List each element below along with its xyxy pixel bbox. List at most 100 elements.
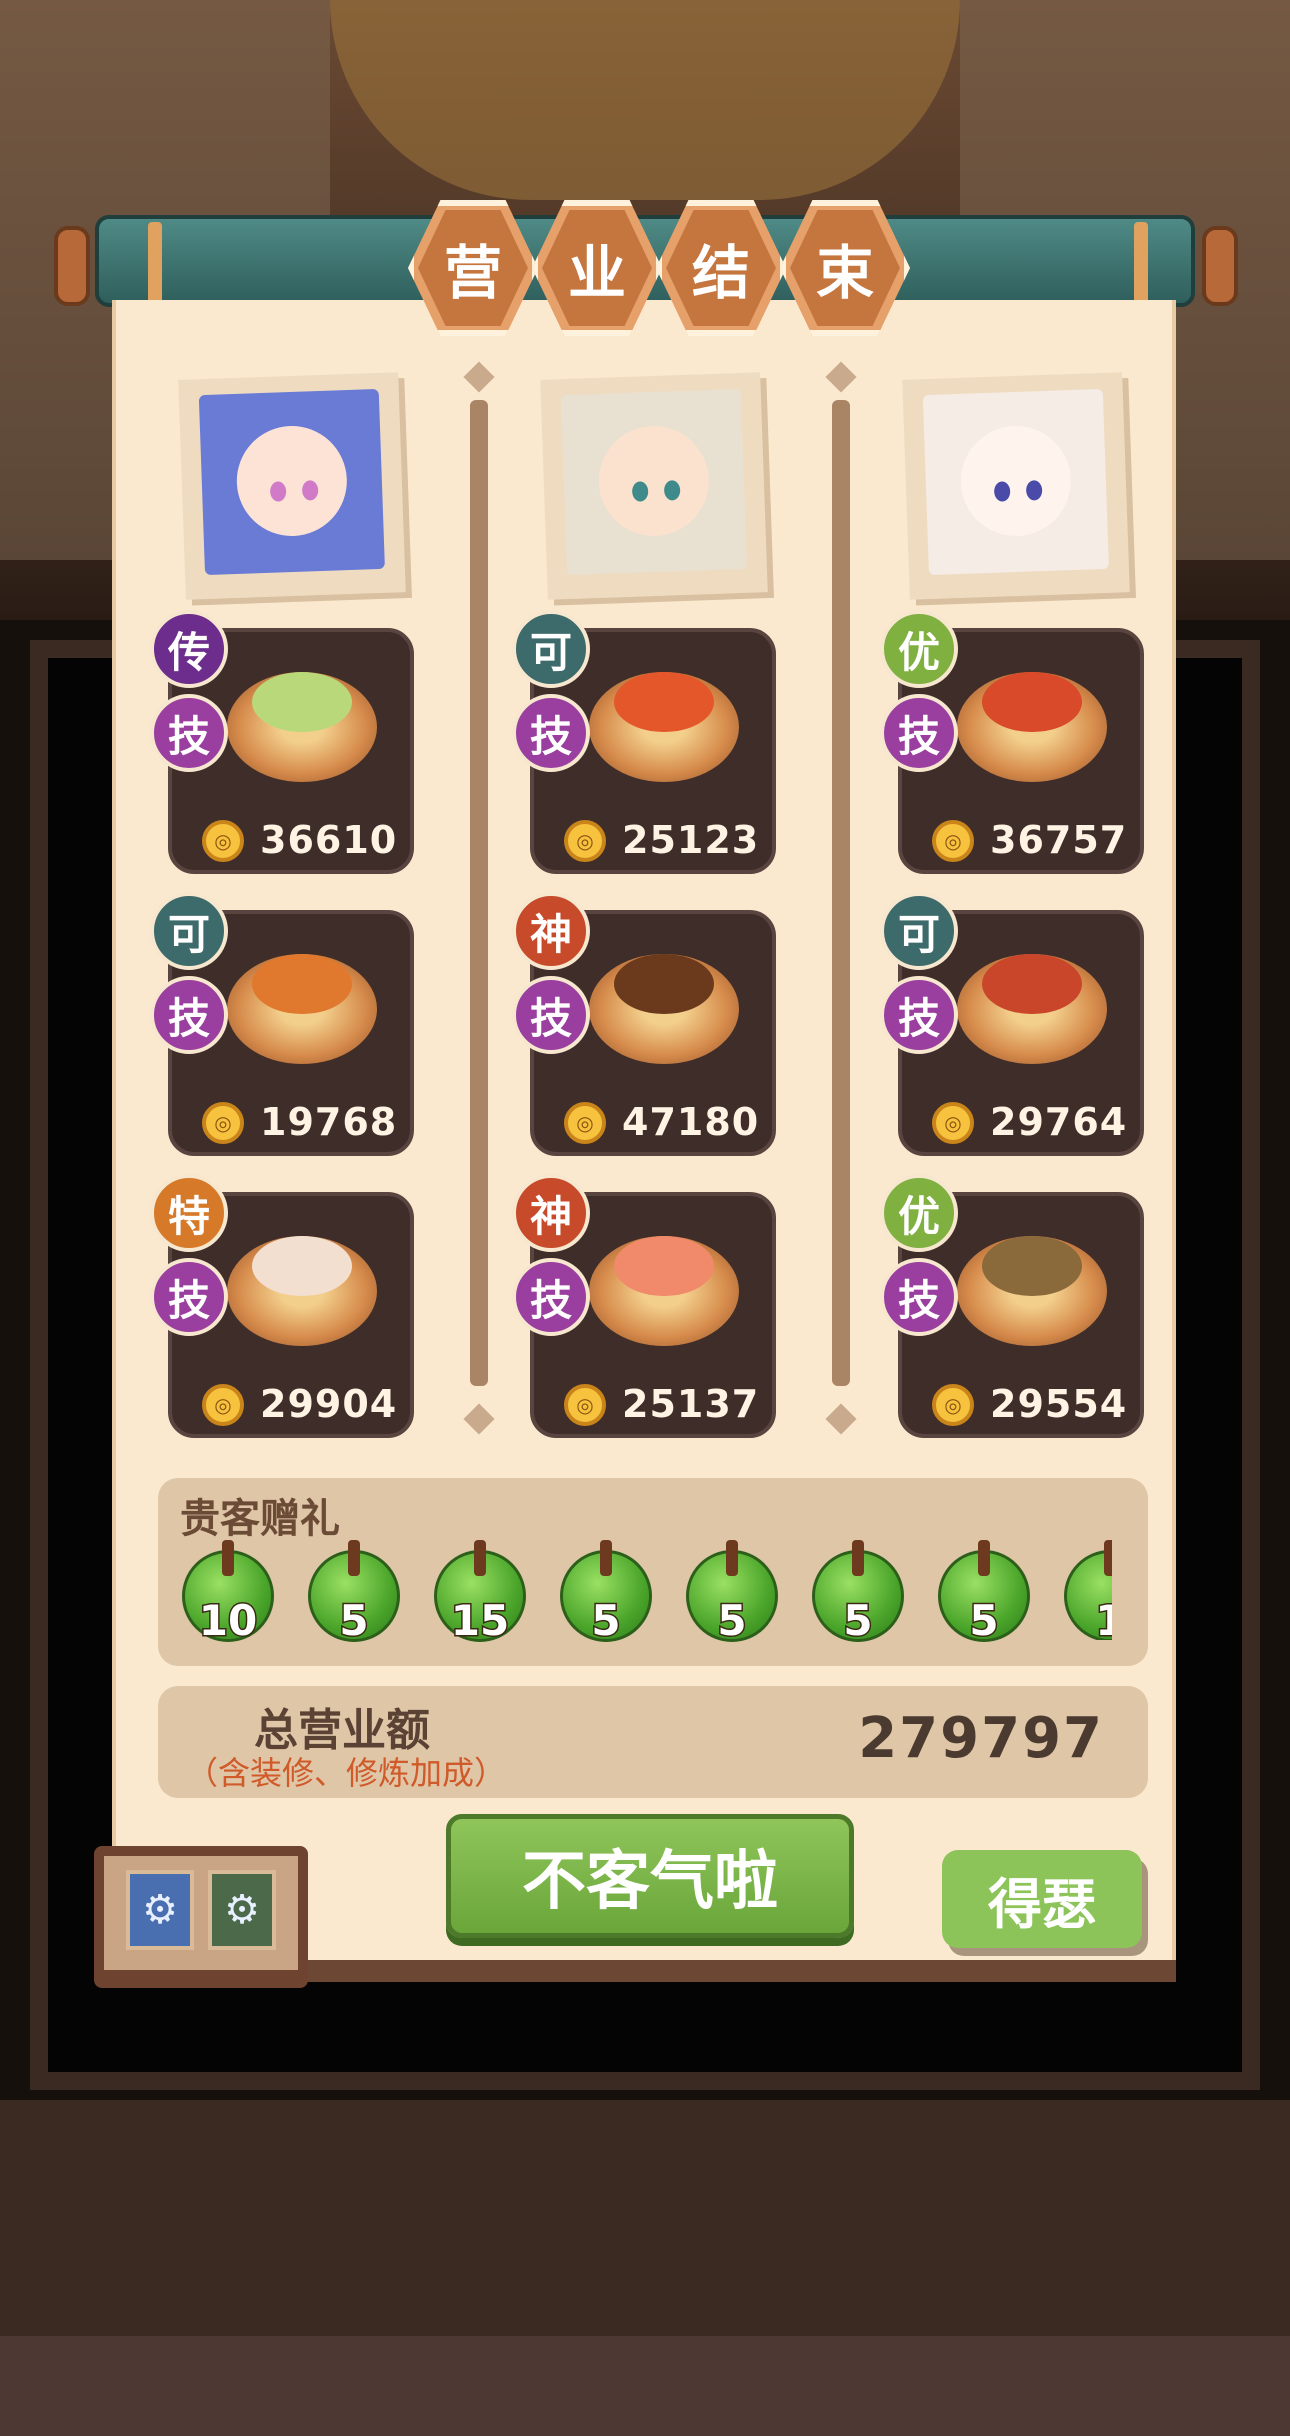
gift-count: 5 — [590, 1595, 622, 1647]
rank-badge: 可 — [512, 610, 590, 688]
dish-food — [982, 672, 1082, 732]
gift-count: 1 — [1094, 1595, 1112, 1641]
rank-badge: 优 — [880, 1174, 958, 1252]
gift-item[interactable]: 15 — [434, 1540, 526, 1647]
bottom-bar — [0, 2336, 1290, 2436]
gift-count: 10 — [197, 1595, 258, 1647]
dish-earnings: 36610 — [260, 818, 398, 862]
skill-badge: 技 — [880, 976, 958, 1054]
gear-icon[interactable]: ⚙ — [126, 1870, 194, 1950]
gift-item[interactable]: 5 — [686, 1540, 778, 1647]
chef-portrait[interactable] — [178, 372, 406, 600]
coin-icon: ◎ — [564, 1102, 606, 1144]
coin-icon: ◎ — [564, 1384, 606, 1426]
dish-card[interactable]: 可 技 ◎ 29764 — [880, 892, 1144, 1156]
rank-badge: 可 — [150, 892, 228, 970]
show-off-button[interactable]: 得瑟 — [942, 1850, 1142, 1948]
gift-count: 5 — [842, 1595, 874, 1647]
token-cord — [222, 1540, 234, 1576]
guest-gifts-section: 贵客赠礼 10 5 15 5 5 5 5 1 — [158, 1478, 1148, 1666]
dish-earnings: 25137 — [622, 1382, 760, 1426]
chef-portrait[interactable] — [540, 372, 768, 600]
title-char: 束 — [790, 210, 900, 326]
coin-icon: ◎ — [202, 1384, 244, 1426]
title-tile: 结 — [656, 200, 786, 336]
dish-food — [982, 1236, 1082, 1296]
gift-count: 5 — [338, 1595, 370, 1647]
total-revenue-note: （含装修、修炼加成） — [186, 1754, 507, 1792]
dish-food — [252, 954, 352, 1014]
dish-food — [614, 672, 714, 732]
rank-badge: 优 — [880, 610, 958, 688]
title-char: 结 — [666, 210, 776, 326]
gift-count: 5 — [968, 1595, 1000, 1647]
skill-badge: 技 — [150, 1258, 228, 1336]
dish-card[interactable]: 优 技 ◎ 29554 — [880, 1174, 1144, 1438]
skill-badge: 技 — [512, 694, 590, 772]
dish-card[interactable]: 可 技 ◎ 19768 — [150, 892, 414, 1156]
title-char: 营 — [418, 210, 528, 326]
dish-food — [252, 672, 352, 732]
dish-card[interactable]: 传 技 ◎ 36610 — [150, 610, 414, 874]
title-tile: 营 — [408, 200, 538, 336]
dish-card[interactable]: 神 技 ◎ 47180 — [512, 892, 776, 1156]
dish-food — [252, 1236, 352, 1296]
gift-item[interactable]: 1 — [1064, 1540, 1112, 1640]
gear-icon[interactable]: ⚙ — [208, 1870, 276, 1950]
dish-earnings: 29904 — [260, 1382, 398, 1426]
title-char: 业 — [542, 210, 652, 326]
rank-badge: 可 — [880, 892, 958, 970]
dish-card[interactable]: 优 技 ◎ 36757 — [880, 610, 1144, 874]
total-revenue-section: 总营业额 （含装修、修炼加成） 279797 — [158, 1686, 1148, 1798]
gift-item[interactable]: 5 — [308, 1540, 400, 1647]
coin-icon: ◎ — [202, 820, 244, 862]
stage-arch — [330, 0, 960, 200]
column-divider — [470, 400, 488, 1386]
token-cord — [978, 1540, 990, 1576]
gift-item[interactable]: 5 — [938, 1540, 1030, 1647]
coin-icon: ◎ — [932, 820, 974, 862]
coin-icon: ◎ — [932, 1102, 974, 1144]
decor-toolbox: ⚙ ⚙ — [94, 1846, 308, 1988]
rank-badge: 特 — [150, 1174, 228, 1252]
dish-earnings: 47180 — [622, 1100, 760, 1144]
rank-badge: 神 — [512, 892, 590, 970]
dish-earnings: 29764 — [990, 1100, 1128, 1144]
chef-portrait[interactable] — [902, 372, 1130, 600]
dish-card[interactable]: 特 技 ◎ 29904 — [150, 1174, 414, 1438]
floor-background — [0, 2100, 1290, 2340]
skill-badge: 技 — [880, 694, 958, 772]
gift-item[interactable]: 5 — [812, 1540, 904, 1647]
column-divider — [832, 400, 850, 1386]
token-cord — [474, 1540, 486, 1576]
gift-count: 5 — [716, 1595, 748, 1647]
skill-badge: 技 — [512, 976, 590, 1054]
token-cord — [852, 1540, 864, 1576]
coin-icon: ◎ — [564, 820, 606, 862]
dish-earnings: 36757 — [990, 818, 1128, 862]
rank-badge: 神 — [512, 1174, 590, 1252]
dish-card[interactable]: 可 技 ◎ 25123 — [512, 610, 776, 874]
coin-icon: ◎ — [932, 1384, 974, 1426]
skill-badge: 技 — [150, 976, 228, 1054]
token-cord — [600, 1540, 612, 1576]
dish-earnings: 25123 — [622, 818, 760, 862]
dish-earnings: 19768 — [260, 1100, 398, 1144]
coin-icon: ◎ — [202, 1102, 244, 1144]
gift-count: 15 — [449, 1595, 510, 1647]
dish-card[interactable]: 神 技 ◎ 25137 — [512, 1174, 776, 1438]
gift-item[interactable]: 10 — [182, 1540, 274, 1647]
gift-item[interactable]: 5 — [560, 1540, 652, 1647]
dish-food — [982, 954, 1082, 1014]
skill-badge: 技 — [512, 1258, 590, 1336]
skill-badge: 技 — [880, 1258, 958, 1336]
business-end-title: 营 业 结 束 — [0, 200, 1290, 340]
title-tile: 业 — [532, 200, 662, 336]
confirm-button[interactable]: 不客气啦 — [446, 1814, 854, 1938]
token-cord — [726, 1540, 738, 1576]
token-cord — [348, 1540, 360, 1576]
dish-food — [614, 954, 714, 1014]
dish-earnings: 29554 — [990, 1382, 1128, 1426]
rank-badge: 传 — [150, 610, 228, 688]
gifts-label: 贵客赠礼 — [180, 1496, 340, 1542]
